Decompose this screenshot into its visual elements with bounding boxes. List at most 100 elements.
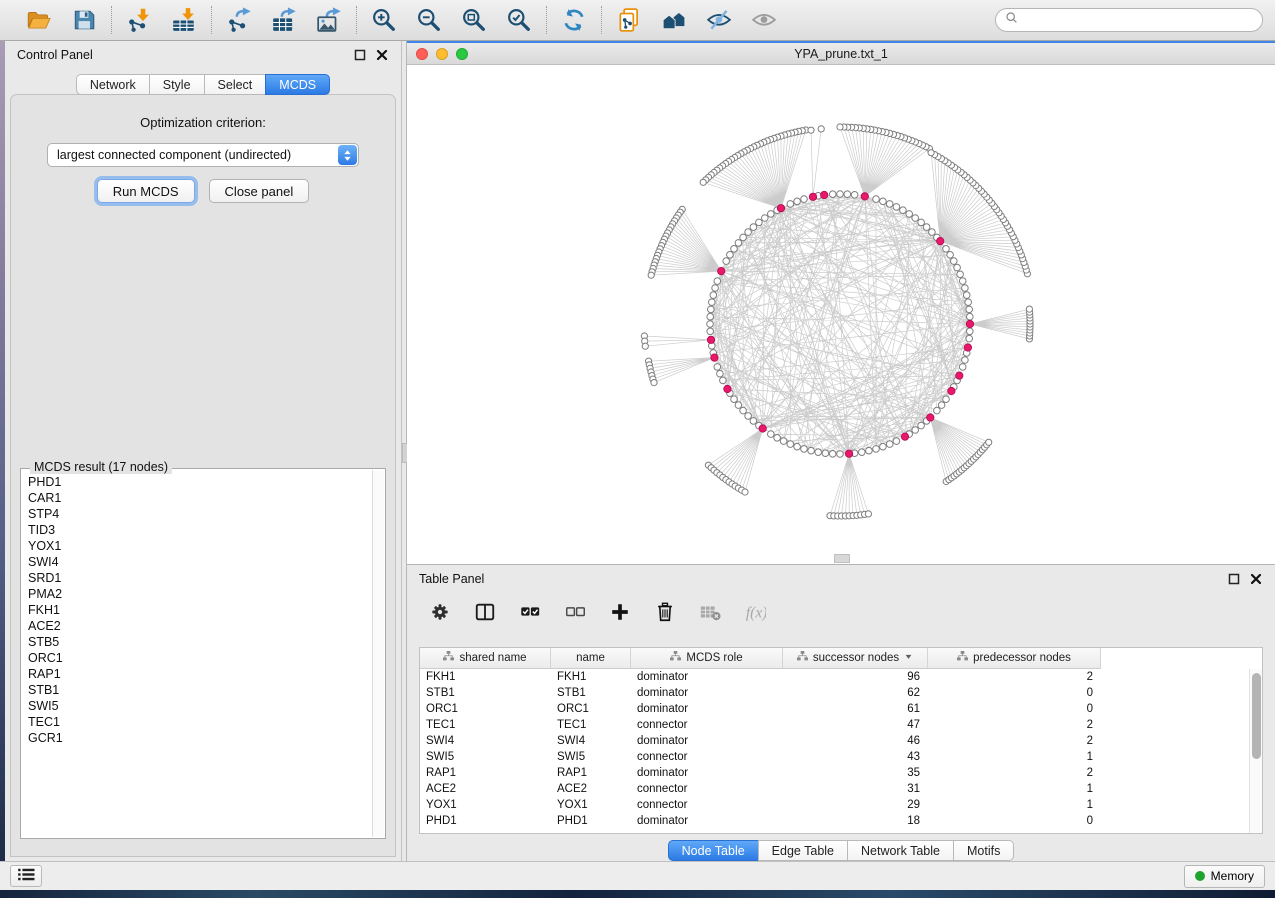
tab-style[interactable]: Style: [149, 74, 204, 95]
column-header-name[interactable]: name: [551, 648, 631, 669]
table-row[interactable]: ORC1ORC1dominator610: [420, 701, 1262, 717]
column-header-MCDS-role[interactable]: MCDS role: [631, 648, 783, 669]
mcds-list-scrollbar[interactable]: [372, 470, 384, 837]
run-mcds-button[interactable]: Run MCDS: [97, 179, 195, 203]
table-tab-network-table[interactable]: Network Table: [847, 840, 953, 861]
mcds-result-item[interactable]: YOX1: [28, 538, 371, 554]
cell-shared-name: SWI5: [420, 749, 551, 765]
table-row[interactable]: RAP1RAP1dominator352: [420, 765, 1262, 781]
close-table-panel-icon[interactable]: [1250, 572, 1263, 585]
mcds-result-item[interactable]: TEC1: [28, 714, 371, 730]
first-neighbors-button[interactable]: [659, 5, 689, 35]
cell-filler: [1101, 765, 1262, 781]
close-traffic-light[interactable]: [416, 48, 428, 60]
cell-filler: [1101, 797, 1262, 813]
float-table-panel-icon[interactable]: [1228, 572, 1241, 585]
mcds-result-item[interactable]: FKH1: [28, 602, 371, 618]
table-row[interactable]: TEC1TEC1connector472: [420, 717, 1262, 733]
table-tab-node-table[interactable]: Node Table: [668, 840, 758, 861]
export-table-button[interactable]: [269, 5, 299, 35]
zoom-in-icon: [371, 7, 397, 33]
column-header-shared-name[interactable]: shared name: [420, 648, 551, 669]
table-row[interactable]: SWI5SWI5connector431: [420, 749, 1262, 765]
table-row[interactable]: STB1STB1dominator620: [420, 685, 1262, 701]
search-input[interactable]: [1024, 13, 1253, 27]
export-network-button[interactable]: [224, 5, 254, 35]
org-chart-icon: [957, 651, 968, 665]
table-scrollbar-thumb[interactable]: [1252, 673, 1261, 759]
mcds-result-item[interactable]: GCR1: [28, 730, 371, 746]
tab-network[interactable]: Network: [76, 74, 149, 95]
float-panel-icon[interactable]: [354, 48, 367, 61]
cell-shared-name: ACE2: [420, 781, 551, 797]
memory-button[interactable]: Memory: [1184, 865, 1265, 888]
table-row[interactable]: SWI4SWI4dominator462: [420, 733, 1262, 749]
optimization-select[interactable]: largest connected component (undirected): [47, 143, 359, 167]
cell-shared-name: ORC1: [420, 701, 551, 717]
mcds-result-item[interactable]: STP4: [28, 506, 371, 522]
table-row[interactable]: ACE2ACE2connector311: [420, 781, 1262, 797]
mcds-result-item[interactable]: ACE2: [28, 618, 371, 634]
table-row[interactable]: YOX1YOX1connector291: [420, 797, 1262, 813]
tab-select[interactable]: Select: [204, 74, 266, 95]
mcds-result-item[interactable]: PHD1: [28, 474, 371, 490]
refresh-button[interactable]: [559, 5, 589, 35]
deselect-all-button[interactable]: [564, 600, 588, 624]
show-all-button[interactable]: [749, 5, 779, 35]
table-row[interactable]: FKH1FKH1dominator962: [420, 669, 1262, 685]
mcds-result-item[interactable]: STB5: [28, 634, 371, 650]
mcds-result-item[interactable]: STB1: [28, 682, 371, 698]
export-network-icon: [226, 7, 252, 33]
mcds-result-item[interactable]: SWI5: [28, 698, 371, 714]
mcds-result-item[interactable]: SWI4: [28, 554, 371, 570]
cell-shared-name: FKH1: [420, 669, 551, 685]
list-icon: [18, 868, 35, 884]
mcds-result-item[interactable]: PMA2: [28, 586, 371, 602]
import-table-button[interactable]: [169, 5, 199, 35]
column-header-successor-nodes[interactable]: successor nodes: [783, 648, 928, 669]
maximize-traffic-light[interactable]: [456, 48, 468, 60]
columns-button[interactable]: [474, 600, 498, 624]
add-button[interactable]: [609, 600, 633, 624]
column-label: predecessor nodes: [973, 652, 1071, 664]
select-all-button[interactable]: [519, 600, 543, 624]
save-session-button[interactable]: [69, 5, 99, 35]
trash-button[interactable]: [654, 600, 678, 624]
tab-mcds[interactable]: MCDS: [265, 74, 330, 95]
task-history-button[interactable]: [10, 865, 42, 887]
search-box[interactable]: [995, 8, 1263, 32]
gear-button[interactable]: [429, 600, 453, 624]
import-network-button[interactable]: [124, 5, 154, 35]
hide-selected-button[interactable]: [704, 5, 734, 35]
close-panel-button[interactable]: Close panel: [209, 179, 310, 203]
mcds-result-item[interactable]: RAP1: [28, 666, 371, 682]
minimize-traffic-light[interactable]: [436, 48, 448, 60]
mcds-result-item[interactable]: CAR1: [28, 490, 371, 506]
cell-successor-nodes: 61: [783, 701, 928, 717]
zoom-in-button[interactable]: [369, 5, 399, 35]
cell-filler: [1101, 717, 1262, 733]
mcds-result-item[interactable]: ORC1: [28, 650, 371, 666]
table-header-row: shared namenameMCDS role successor nodes p…: [420, 648, 1262, 669]
zoom-selected-button[interactable]: [504, 5, 534, 35]
network-from-selection-button[interactable]: [614, 5, 644, 35]
open-file-button[interactable]: [24, 5, 54, 35]
zoom-out-button[interactable]: [414, 5, 444, 35]
close-panel-icon[interactable]: [376, 48, 389, 61]
export-image-button[interactable]: [314, 5, 344, 35]
column-label: successor nodes: [813, 652, 899, 664]
table-row[interactable]: PHD1PHD1dominator180: [420, 813, 1262, 829]
mcds-result-item[interactable]: TID3: [28, 522, 371, 538]
table-tab-motifs[interactable]: Motifs: [953, 840, 1014, 861]
table-scrollbar[interactable]: [1249, 669, 1262, 833]
network-titlebar[interactable]: YPA_prune.txt_1: [407, 43, 1275, 65]
zoom-fit-button[interactable]: [459, 5, 489, 35]
column-header-predecessor-nodes[interactable]: predecessor nodes: [928, 648, 1101, 669]
mcds-result-item[interactable]: SRD1: [28, 570, 371, 586]
select-all-icon: [519, 601, 543, 623]
desktop-wallpaper-bottom: [0, 890, 1275, 898]
mcds-buttons: Run MCDS Close panel: [97, 179, 309, 203]
table-tab-edge-table[interactable]: Edge Table: [758, 840, 847, 861]
network-canvas[interactable]: [407, 65, 1275, 564]
mcds-tab-content: Optimization criterion: largest connecte…: [10, 94, 396, 857]
